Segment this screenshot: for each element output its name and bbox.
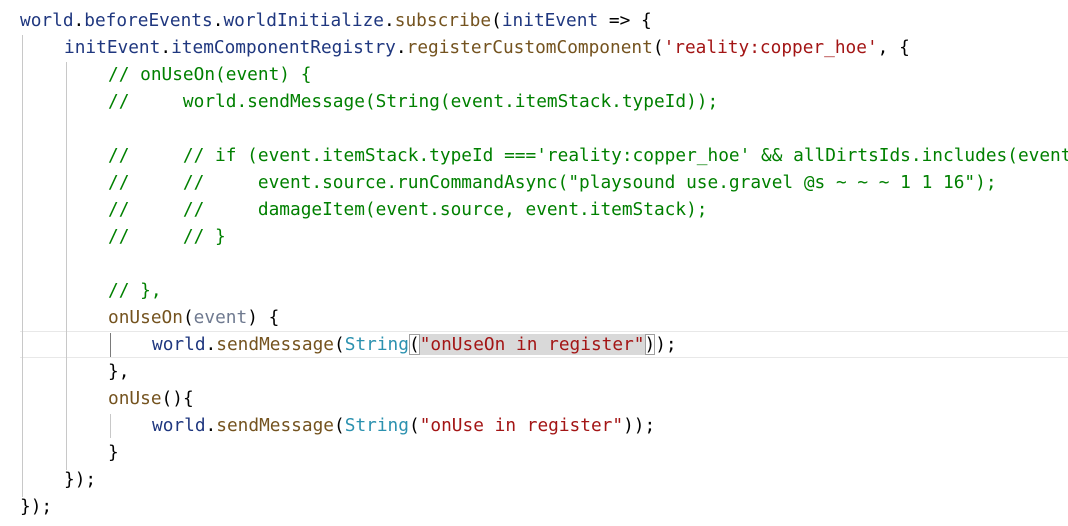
code-line[interactable]: // // damageItem(event.source, event.ite… bbox=[108, 196, 708, 223]
code-token-punct: ) bbox=[644, 334, 656, 355]
code-token-punct: . bbox=[160, 37, 172, 58]
code-token-comment: // // } bbox=[108, 226, 226, 247]
code-token-punct: . bbox=[205, 415, 217, 436]
code-line[interactable]: world.sendMessage(String("onUse in regis… bbox=[152, 412, 655, 439]
code-token-prop: itemComponentRegistry bbox=[171, 37, 396, 58]
code-token-punct: . bbox=[73, 10, 85, 31]
code-token-ident: world bbox=[152, 334, 206, 355]
code-token-method: subscribe bbox=[394, 10, 492, 31]
code-token-prop: worldInitialize bbox=[223, 10, 385, 31]
code-line[interactable]: }); bbox=[20, 493, 52, 520]
code-token-punct: ( bbox=[408, 334, 420, 355]
code-token-punct: }); bbox=[64, 469, 97, 490]
code-token-unused: event bbox=[193, 307, 248, 328]
code-editor[interactable]: world.beforeEvents.worldInitialize.subsc… bbox=[0, 0, 1068, 526]
code-line[interactable]: world.beforeEvents.worldInitialize.subsc… bbox=[20, 7, 652, 34]
code-token-ident: initEvent bbox=[501, 10, 599, 31]
code-token-comment: // onUseOn(event) { bbox=[108, 64, 312, 85]
code-token-comment: // // damageItem(event.source, event.ite… bbox=[108, 199, 708, 220]
code-token-string: 'reality:copper_hoe' bbox=[663, 37, 878, 58]
code-token-type: String bbox=[344, 415, 409, 436]
code-token-comment: // world.sendMessage(String(event.itemSt… bbox=[108, 91, 719, 112]
code-token-punct: ) { bbox=[247, 307, 280, 328]
code-line[interactable]: onUseOn(event) { bbox=[108, 304, 279, 331]
code-token-punct: . bbox=[395, 37, 407, 58]
code-line[interactable]: // onUseOn(event) { bbox=[108, 61, 311, 88]
code-token-comment: // // if (event.itemStack.typeId ==='rea… bbox=[108, 145, 1068, 166]
code-line[interactable]: }, bbox=[108, 358, 129, 385]
code-token-prop: beforeEvents bbox=[84, 10, 213, 31]
code-token-punct: . bbox=[212, 10, 224, 31]
code-token-punct: )); bbox=[623, 415, 656, 436]
indent-guide bbox=[66, 62, 67, 470]
code-token-string: "onUseOn in register" bbox=[419, 334, 645, 355]
code-token-method: sendMessage bbox=[216, 415, 335, 436]
code-token-punct: ( bbox=[334, 415, 345, 436]
code-token-punct: => { bbox=[598, 10, 652, 31]
code-token-method: onUse bbox=[108, 388, 162, 409]
code-line[interactable]: // // if (event.itemStack.typeId ==='rea… bbox=[108, 142, 1068, 169]
code-token-method: sendMessage bbox=[216, 334, 335, 355]
code-token-punct: } bbox=[108, 442, 119, 463]
code-token-ident: world bbox=[20, 10, 74, 31]
code-token-punct: ( bbox=[652, 37, 664, 58]
code-token-punct: ( bbox=[491, 10, 502, 31]
code-token-punct: }, bbox=[108, 361, 130, 382]
code-token-method: onUseOn bbox=[108, 307, 183, 328]
code-token-punct: . bbox=[205, 334, 217, 355]
code-token-punct: ( bbox=[182, 307, 194, 328]
code-token-punct: ( bbox=[334, 334, 345, 355]
code-token-type: String bbox=[344, 334, 409, 355]
code-token-method: registerCustomComponent bbox=[406, 37, 653, 58]
code-token-punct: }); bbox=[20, 496, 53, 517]
code-line[interactable]: // // event.source.runCommandAsync("play… bbox=[108, 169, 997, 196]
code-token-ident: world bbox=[152, 415, 206, 436]
code-token-punct: ( bbox=[408, 415, 420, 436]
code-token-punct: ); bbox=[655, 334, 677, 355]
code-token-punct: . bbox=[384, 10, 395, 31]
code-line[interactable]: }); bbox=[64, 466, 96, 493]
code-line[interactable]: world.sendMessage(String("onUseOn in reg… bbox=[152, 331, 677, 358]
indent-guide bbox=[110, 333, 111, 357]
code-token-ident: initEvent bbox=[64, 37, 161, 58]
code-token-punct: , { bbox=[877, 37, 910, 58]
code-token-comment: // // event.source.runCommandAsync("play… bbox=[108, 172, 997, 193]
code-token-string: "onUse in register" bbox=[419, 415, 624, 436]
code-line[interactable]: } bbox=[108, 439, 119, 466]
code-line[interactable]: // world.sendMessage(String(event.itemSt… bbox=[108, 88, 718, 115]
code-token-comment: // }, bbox=[108, 280, 162, 301]
code-line[interactable]: initEvent.itemComponentRegistry.register… bbox=[64, 34, 910, 61]
code-line[interactable]: onUse(){ bbox=[108, 385, 194, 412]
indent-guide bbox=[110, 414, 111, 438]
code-line[interactable]: // // } bbox=[108, 223, 226, 250]
indent-guide bbox=[22, 35, 23, 497]
code-line[interactable]: // }, bbox=[108, 277, 162, 304]
code-token-punct: (){ bbox=[161, 388, 194, 409]
